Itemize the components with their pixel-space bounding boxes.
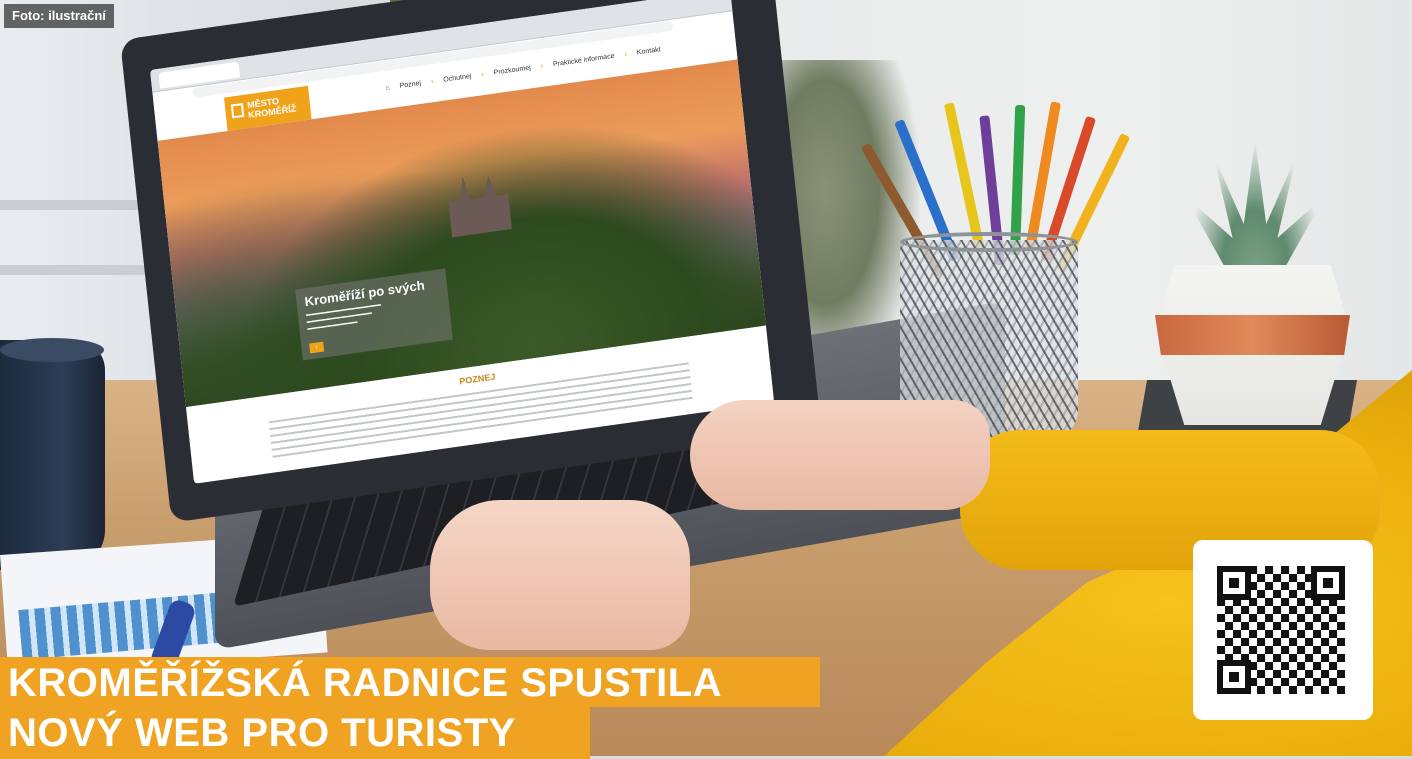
logo-mark-icon — [230, 102, 245, 119]
headline-line-1: KROMĚŘÍŽSKÁ RADNICE SPUSTILA — [0, 657, 820, 707]
photo-credit: Foto: ilustrační — [4, 4, 114, 28]
planter-band — [1155, 315, 1350, 355]
chevron-right-icon: › — [540, 62, 544, 71]
qr-finder-top-right — [1311, 566, 1345, 600]
qr-finder-top-left — [1217, 566, 1251, 600]
right-hand — [690, 400, 990, 510]
left-hand — [430, 500, 690, 650]
nav-home-icon[interactable]: ⌂ — [385, 84, 390, 91]
hero-button[interactable]: › — [309, 341, 324, 354]
pencil-cup-rim — [900, 232, 1078, 252]
headline: KROMĚŘÍŽSKÁ RADNICE SPUSTILA NOVÝ WEB PR… — [0, 657, 820, 759]
mug — [0, 340, 105, 570]
headline-line-2: NOVÝ WEB PRO TURISTY — [0, 707, 590, 759]
qr-finder-bottom-left — [1217, 660, 1251, 694]
chevron-right-icon: › — [624, 51, 628, 59]
mug-rim — [0, 338, 104, 362]
qr-card[interactable] — [1193, 540, 1373, 720]
laptop-screen: MĚSTO KROMĚŘÍŽ ⌂ Poznej › Ochutnej › Prozk… — [150, 0, 775, 484]
chevron-right-icon: › — [481, 71, 485, 79]
chevron-right-icon: › — [430, 78, 434, 86]
